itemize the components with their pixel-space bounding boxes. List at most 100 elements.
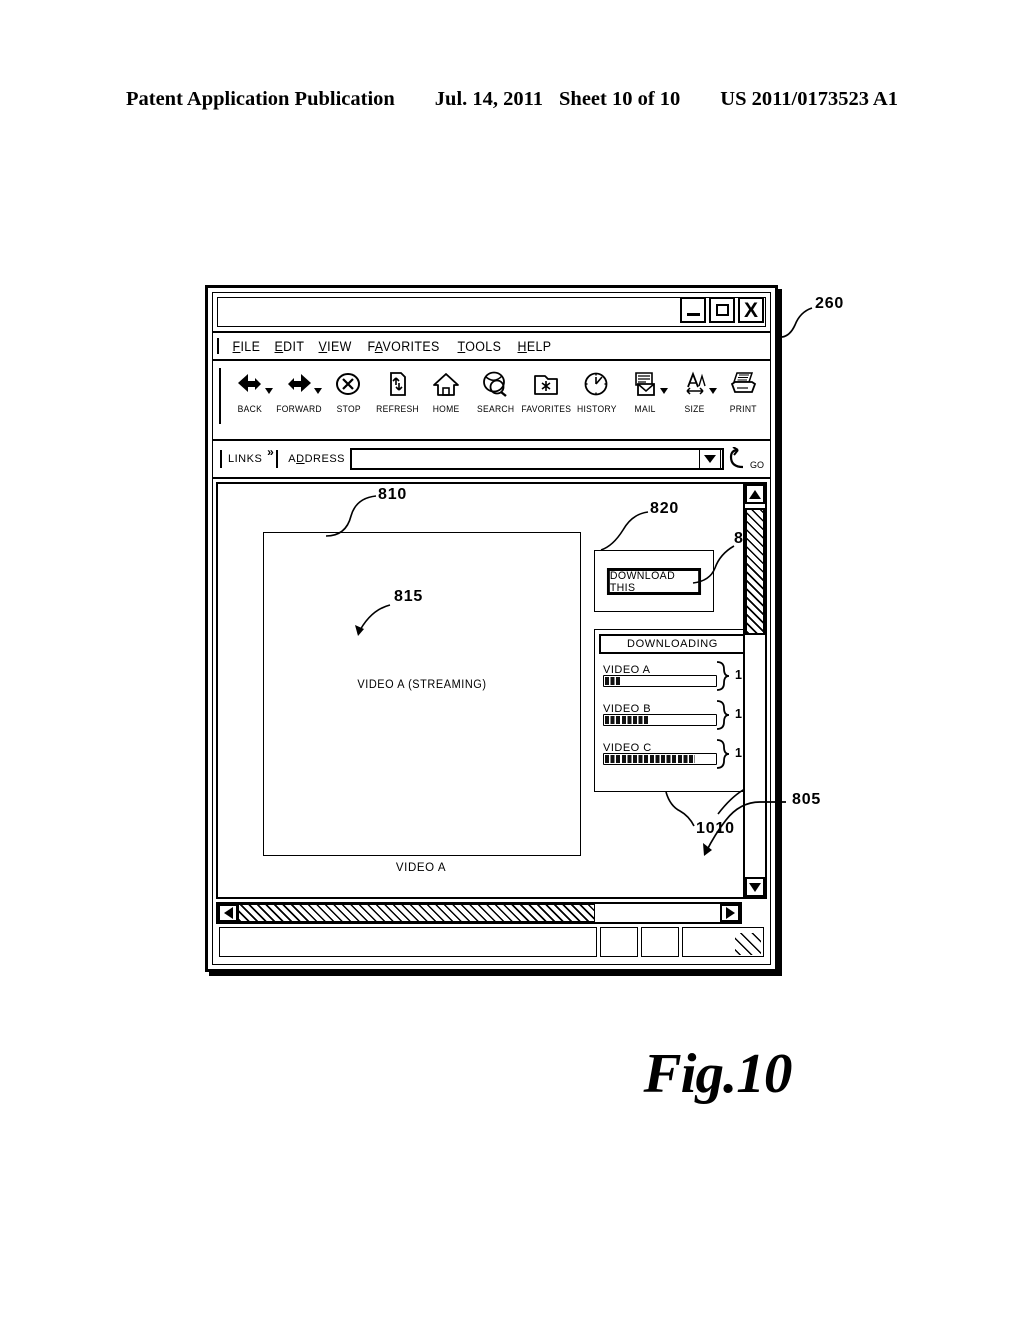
toolbar-label-search: SEARCH [476, 404, 515, 414]
menu-item-file[interactable]: FILE [227, 339, 266, 354]
vertical-scroll-track[interactable] [745, 504, 765, 877]
links-chevron-icon[interactable]: » [267, 445, 274, 459]
window-controls: X [680, 297, 764, 323]
forward-dropdown-caret-icon[interactable] [313, 388, 322, 394]
status-panel-2 [600, 927, 638, 957]
horizontal-scroll-track[interactable] [238, 904, 720, 922]
figure-caption: Fig.10 [643, 1043, 793, 1105]
reference-805: 805 [792, 791, 822, 808]
triangle-right-icon [725, 907, 735, 919]
toolbar-label-mail: MAIL [634, 404, 656, 414]
toolbar-button-search[interactable]: SEARCH [471, 366, 520, 414]
history-clock-icon [581, 366, 611, 402]
reference-815: 815 [394, 588, 424, 605]
toolbar-label-forward: FORWARD [276, 404, 323, 414]
scroll-down-button[interactable] [745, 877, 765, 897]
toolbar-label-home: HOME [433, 404, 460, 414]
links-grip-handle[interactable] [220, 450, 225, 468]
triangle-up-icon [749, 489, 761, 499]
menu-item-view[interactable]: VIEW [313, 339, 357, 354]
address-dropdown-button[interactable] [698, 449, 721, 469]
maximize-icon [715, 304, 729, 316]
horizontal-scrollbar[interactable] [216, 902, 742, 924]
status-panel-3 [641, 927, 679, 957]
print-printer-icon [728, 366, 758, 402]
address-grip-handle[interactable] [276, 450, 281, 468]
back-dropdown-caret-icon[interactable] [264, 388, 273, 394]
triangle-down-icon [749, 882, 761, 892]
publication-header: Patent Application Publication Jul. 14, … [0, 88, 1024, 111]
scroll-up-button[interactable] [745, 484, 765, 504]
vertical-scroll-thumb[interactable] [745, 508, 765, 635]
page-leader-lines [325, 495, 743, 827]
toolbar-button-size[interactable]: SIZE [670, 366, 719, 414]
content-area: VIDEO A (STREAMING) VIDEO A DOWNLOAD THI… [213, 479, 770, 964]
forward-arrow-icon [284, 366, 314, 402]
toolbar-button-mail[interactable]: MAIL [621, 366, 670, 414]
sheet-number: Sheet 10 of 10 [559, 88, 681, 110]
address-label: ADDRESS [288, 453, 345, 465]
go-label: GO [749, 460, 764, 470]
mail-dropdown-caret-icon[interactable] [659, 388, 668, 394]
menu-grip-handle[interactable] [217, 338, 222, 354]
menu-item-favorites[interactable]: FAVORITES [362, 339, 445, 354]
toolbar-button-forward[interactable]: FORWARD [275, 366, 324, 414]
reference-820: 820 [650, 500, 680, 517]
address-input[interactable] [350, 448, 724, 470]
toolbar-label-stop: STOP [336, 404, 361, 414]
triangle-left-icon [223, 907, 233, 919]
resize-grip-icon[interactable] [735, 933, 761, 955]
reference-825: 825 [734, 530, 744, 547]
status-panel-main [219, 927, 597, 957]
toolbar-button-back[interactable]: BACK [226, 366, 275, 414]
toolbar-button-stop[interactable]: STOP [324, 366, 373, 414]
browser-window-inner: X FILE EDIT VIEW FAVORITES TOOLS HELP BA… [212, 292, 771, 965]
menu-item-edit[interactable]: EDIT [269, 339, 310, 354]
toolbar-button-home[interactable]: HOME [422, 366, 471, 414]
browser-window: X FILE EDIT VIEW FAVORITES TOOLS HELP BA… [205, 285, 778, 972]
toolbar-button-favorites[interactable]: FAVORITES [520, 366, 572, 414]
search-magnifier-icon [480, 366, 510, 402]
web-page-view: VIDEO A (STREAMING) VIDEO A DOWNLOAD THI… [216, 482, 745, 899]
toolbar-grip-handle[interactable] [219, 368, 224, 424]
menu-item-help[interactable]: HELP [512, 339, 557, 354]
scroll-right-button[interactable] [720, 904, 740, 922]
status-panel-resize[interactable] [682, 927, 764, 957]
toolbar-label-history: HISTORY [576, 404, 617, 414]
maximize-button[interactable] [709, 297, 735, 323]
horizontal-scroll-thumb[interactable] [238, 904, 595, 922]
reference-1010: 1010 [696, 820, 735, 837]
reference-810: 810 [378, 486, 408, 503]
links-button[interactable]: LINKS » [228, 445, 274, 465]
toolbar-button-history[interactable]: HISTORY [572, 366, 621, 414]
toolbar-button-refresh[interactable]: REFRESH [373, 366, 422, 414]
menu-bar: FILE EDIT VIEW FAVORITES TOOLS HELP [213, 333, 770, 361]
vertical-scrollbar[interactable] [745, 482, 767, 899]
toolbar-label-size: SIZE [684, 404, 705, 414]
close-icon: X [743, 298, 758, 322]
links-label: LINKS [228, 453, 263, 465]
address-bar: LINKS » ADDRESS GO [213, 441, 770, 479]
content-row: VIDEO A (STREAMING) VIDEO A DOWNLOAD THI… [216, 482, 767, 899]
toolbar-button-print[interactable]: PRINT [719, 366, 768, 414]
minimize-button[interactable] [680, 297, 706, 323]
publication-date: Jul. 14, 2011 [434, 88, 544, 110]
home-house-icon [431, 366, 461, 402]
toolbar-label-favorites: FAVORITES [520, 404, 571, 414]
toolbar-label-print: PRINT [729, 404, 758, 414]
go-button[interactable]: GO [727, 447, 764, 471]
stop-x-circle-icon [333, 366, 363, 402]
chevron-down-icon [703, 455, 716, 463]
publication-number: US 2011/0173523 A1 [720, 88, 898, 110]
menu-item-tools[interactable]: TOOLS [452, 339, 507, 354]
publication-title: Patent Application Publication [125, 88, 395, 110]
toolbar-label-refresh: REFRESH [375, 404, 419, 414]
size-dropdown-caret-icon[interactable] [708, 388, 717, 394]
favorites-folder-star-icon [531, 366, 561, 402]
go-arrow-icon [729, 447, 744, 469]
minimize-icon [686, 313, 700, 316]
mail-envelope-icon [630, 366, 660, 402]
close-button[interactable]: X [738, 297, 764, 323]
scroll-left-button[interactable] [218, 904, 238, 922]
toolbar-label-back: BACK [238, 404, 263, 414]
